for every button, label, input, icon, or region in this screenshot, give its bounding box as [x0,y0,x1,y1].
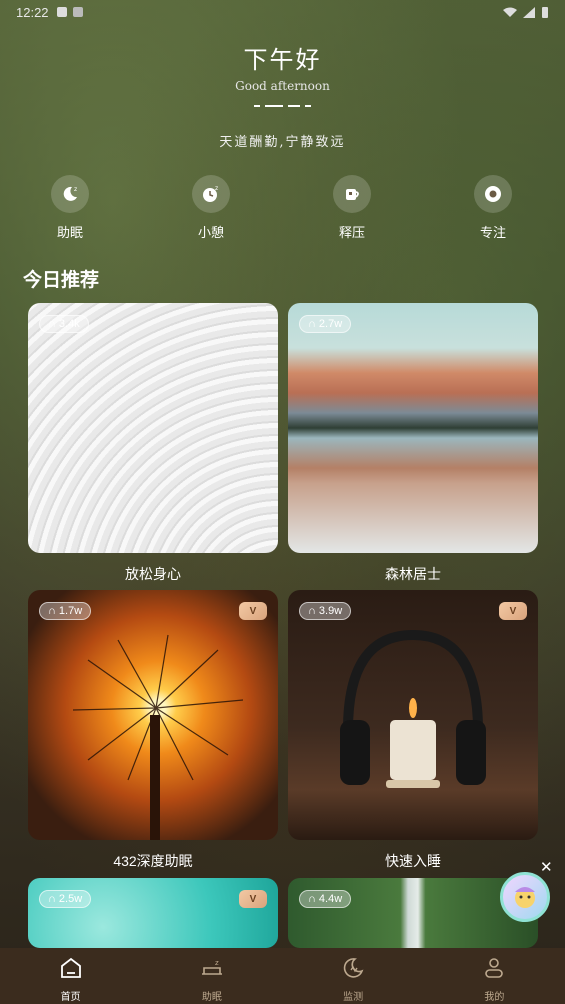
notification-icon [56,7,67,17]
play-count-badge: ∩ 3.4k [39,315,89,333]
motto-text: 天道酬勤,宁静致远 [219,135,346,150]
recommend-card[interactable]: ∩ 1.7w V 432深度助眠 [28,590,278,871]
tab-label: 我的 [484,992,505,1003]
bottom-tab-bar: 首页 z 助眠 监测 我的 [0,948,565,1004]
card-title: 432深度助眠 [113,853,193,869]
tab-sleep[interactable]: z 助眠 [141,948,282,1004]
greeting-header: 下午好 Good afternoon 天道酬勤,宁静致远 [0,40,565,150]
quick-actions: z 助眠 z 小憩 释压 专注 [0,175,565,245]
greeting-title: 下午好 [243,47,322,74]
svg-text:z: z [74,186,77,193]
play-count-badge: ∩ 2.7w [299,315,352,333]
vip-badge: V [239,602,267,620]
quick-action-relax[interactable]: 释压 [312,175,392,241]
play-count-badge: ∩ 1.7w [39,602,92,620]
headphone-icon: ∩ [48,893,56,905]
headphone-icon: ∩ [308,605,316,617]
svg-text:z: z [215,185,218,192]
headphone-icon: ∩ [308,893,316,905]
card-title: 快速入睡 [385,853,441,869]
card-image: ∩ 1.7w V [28,590,278,840]
greeting-subtitle: Good afternoon [235,79,330,93]
tab-label: 监测 [343,992,364,1003]
play-count-badge: ∩ 3.9w [299,602,352,620]
recommend-card[interactable]: ∩ 2.7w 森林居士 [288,303,538,584]
sleep-bed-icon: z [201,959,222,975]
recommend-card[interactable]: ∩ 2.5w V [28,878,278,948]
download-icon [72,7,83,17]
focus-target-icon [474,175,512,213]
tab-profile[interactable]: 我的 [424,948,565,1004]
tab-label: 首页 [60,992,81,1003]
vip-badge: V [499,602,527,620]
vip-badge: V [239,890,267,908]
card-image: ∩ 3.4k [28,303,278,553]
status-time: 12:22 [16,4,49,20]
dandelion-illustration [72,634,244,840]
tab-monitor[interactable]: 监测 [283,948,424,1004]
quick-action-sleep[interactable]: z 助眠 [30,175,110,241]
mascot-icon [515,887,535,908]
monitor-moon-icon [343,958,364,978]
card-image: ∩ 2.7w [288,303,538,553]
section-title: 今日推荐 [23,270,100,291]
nap-clock-icon: z [192,175,230,213]
quick-action-label: 小憩 [197,225,224,240]
card-title: 森林居士 [385,566,441,582]
quick-action-label: 释压 [338,225,365,240]
signal-icon [523,6,535,18]
quick-action-nap[interactable]: z 小憩 [171,175,251,241]
card-image: ∩ 3.9w V [288,590,538,840]
status-bar: 12:22 [0,0,565,24]
play-count-badge: ∩ 2.5w [39,890,92,908]
recommend-card[interactable]: ∩ 3.9w V 快速入睡 [288,590,538,871]
profile-icon [485,958,504,978]
wifi-icon [503,7,517,17]
coffee-cup-icon [333,175,371,213]
sleep-moon-icon: z [51,175,89,213]
floating-assistant-button[interactable] [500,872,550,922]
svg-text:z: z [215,959,219,967]
quick-action-label: 助眠 [56,225,83,240]
headphone-icon: ∩ [308,318,316,330]
quick-action-focus[interactable]: 专注 [453,175,533,241]
battery-icon [542,6,548,18]
decorative-divider [0,101,565,111]
card-image: ∩ 2.5w V [28,878,278,948]
recommend-card[interactable]: ∩ 3.4k 放松身心 [28,303,278,584]
headphones-candle-illustration [340,629,486,788]
card-title: 放松身心 [125,566,181,582]
headphone-icon: ∩ [48,605,56,617]
tab-label: 助眠 [201,992,222,1003]
tab-home[interactable]: 首页 [0,948,141,1004]
play-count-badge: ∩ 4.4w [299,890,352,908]
close-icon[interactable]: ✕ [540,858,553,876]
headphone-icon: ∩ [48,318,56,330]
quick-action-label: 专注 [479,225,506,240]
home-icon [60,957,81,978]
